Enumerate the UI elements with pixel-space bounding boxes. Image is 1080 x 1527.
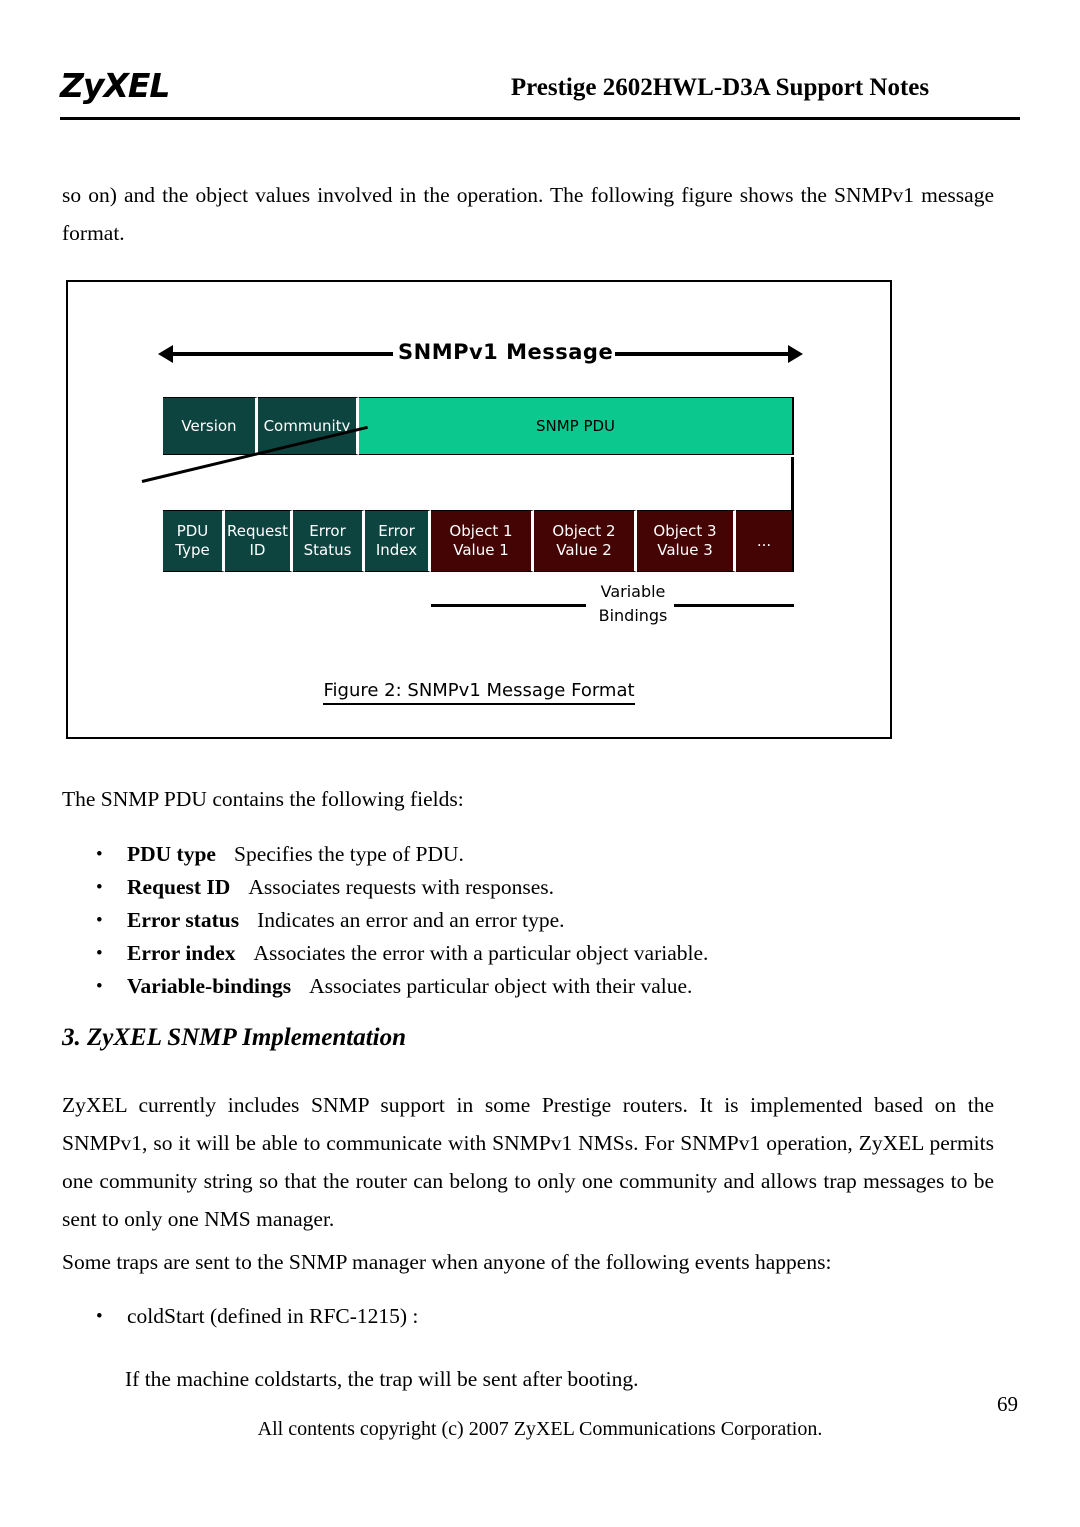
pdu-field-bullet-description: Associates the error with a particular o… (253, 941, 709, 965)
pdu-field-bullet-description: Associates particular object with their … (309, 974, 693, 998)
pdu-field-bullet-term: Error index (127, 941, 236, 965)
pdu-field-bullet-term: Error status (127, 908, 240, 932)
figure-caption-text: Figure 2: SNMPv1 Message Format (323, 680, 635, 705)
pdu-field-2: Error Status (293, 510, 365, 572)
pdu-field-bullet-term: PDU type (127, 842, 216, 866)
pdu-fields-list: • PDU type Specifies the type of PDU. • Requ… (92, 838, 972, 1003)
zyxel-logo: ZyXEL (60, 66, 170, 105)
pdu-field-bullet-item: • PDU type Specifies the type of PDU. (92, 838, 972, 871)
message-field-0: Version (163, 397, 258, 455)
footer-copyright: All contents copyright (c) 2007 ZyXEL Co… (257, 1418, 823, 1440)
trap-event-bullet-description: coldStart (defined in RFC-1215) : (127, 1304, 419, 1328)
arrow-line-right (615, 352, 790, 356)
connector-vertical-line (791, 457, 794, 510)
snmpv1-message-span-arrow: SNMPv1 Message (158, 340, 803, 370)
bullet-dot-icon: • (96, 976, 103, 997)
pdu-field-3: Error Index (365, 510, 431, 572)
pdu-field-bullet-item: • Error index Associates the error with a … (92, 937, 972, 970)
variable-bindings-label: Variable Bindings (598, 582, 668, 625)
pdu-field-bullet-description: Associates requests with responses. (248, 875, 555, 899)
pdu-field-bullet-description: Indicates an error and an error type. (257, 908, 565, 932)
figure-2-container: SNMPv1 Message Version Community SNMP PDU … (66, 280, 892, 739)
variable-bindings-bracket: Variable Bindings (431, 580, 794, 632)
pdu-field-bullet-item: • Variable-bindings Associates particular … (92, 970, 972, 1003)
pdu-field-1: Request ID (225, 510, 293, 572)
bullet-dot-icon: • (96, 910, 103, 931)
implementation-paragraph: ZyXEL currently includes SNMP support in… (62, 1093, 994, 1231)
message-row-pdu: PDU Type Request ID Error Status Error Inde… (163, 510, 794, 572)
bullet-dot-icon: • (96, 943, 103, 964)
pdu-field-bullet-description: Specifies the type of PDU. (233, 842, 464, 866)
bullet-dot-icon: • (96, 877, 103, 898)
trap-events-list: • coldStart (defined in RFC-1215) : (92, 1300, 972, 1333)
header-title: Prestige 2602HWL-D3A Support Notes (510, 74, 930, 101)
bullet-dot-icon: • (96, 1306, 103, 1327)
message-row-top: Version Community SNMP PDU (163, 397, 794, 455)
figure-inner: SNMPv1 Message Version Community SNMP PDU … (68, 282, 890, 737)
message-field-1: Community (258, 397, 359, 455)
trap-event-bullet-item: • coldStart (defined in RFC-1215) : (92, 1300, 972, 1333)
figure-caption: Figure 2: SNMPv1 Message Format (68, 680, 890, 705)
pdu-field-bullet-item: • Error status Indicates an error and an e… (92, 904, 972, 937)
page-header: ZyXEL Prestige 2602HWL-D3A Support Notes (60, 60, 1020, 120)
pdu-field-0: PDU Type (163, 510, 225, 572)
variable-bindings-line-right (674, 604, 794, 607)
pdu-field-bullet-term: Request ID (127, 875, 231, 899)
coldstart-description: If the machine coldstarts, the trap will… (125, 1367, 639, 1391)
intro-paragraph: so on) and the object values involved in… (62, 183, 994, 245)
page-number: 69 (997, 1392, 1018, 1416)
pdu-field-7: ... (736, 510, 794, 572)
pdu-field-5: Object 2 Value 2 (534, 510, 637, 572)
pdu-field-bullet-item: • Request ID Associates requests with resp… (92, 871, 972, 904)
variable-bindings-line-left (431, 604, 586, 607)
pdu-field-6: Object 3 Value 3 (637, 510, 736, 572)
pdu-fields-lead: The SNMP PDU contains the following fiel… (62, 787, 464, 811)
section-heading-zyxel-snmp-implementation: 3. ZyXEL SNMP Implementation (62, 1024, 406, 1051)
bullet-dot-icon: • (96, 844, 103, 865)
connector-diagonal (141, 425, 368, 510)
header-divider (60, 117, 1020, 120)
message-field-2: SNMP PDU (359, 397, 794, 455)
arrow-line-left (171, 352, 393, 356)
arrow-right-head-icon (788, 345, 803, 363)
arrow-label: SNMPv1 Message (398, 340, 614, 364)
pdu-field-bullet-term: Variable-bindings (127, 974, 292, 998)
traps-lead-paragraph: Some traps are sent to the SNMP manager … (62, 1250, 832, 1274)
pdu-field-4: Object 1 Value 1 (431, 510, 534, 572)
